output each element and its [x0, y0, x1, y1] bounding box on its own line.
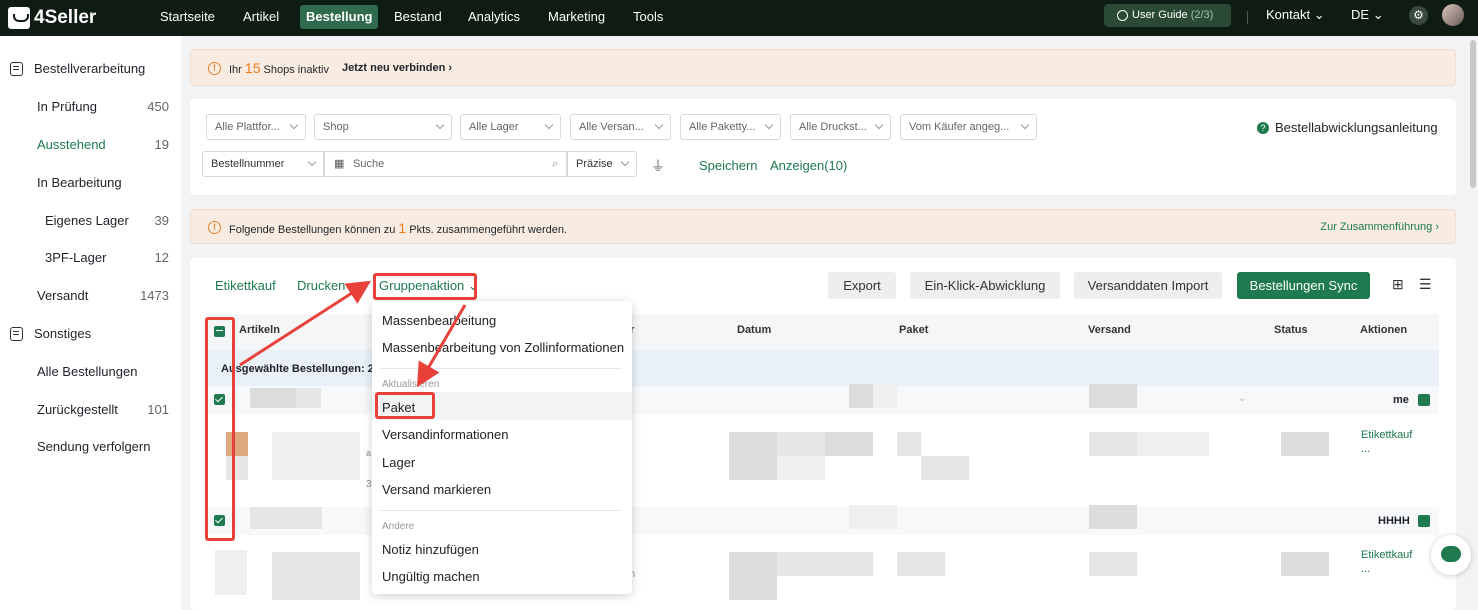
annotation-arrows	[239, 280, 467, 388]
arrow-to-paket	[416, 304, 467, 388]
arrow-to-group-action	[239, 280, 372, 367]
